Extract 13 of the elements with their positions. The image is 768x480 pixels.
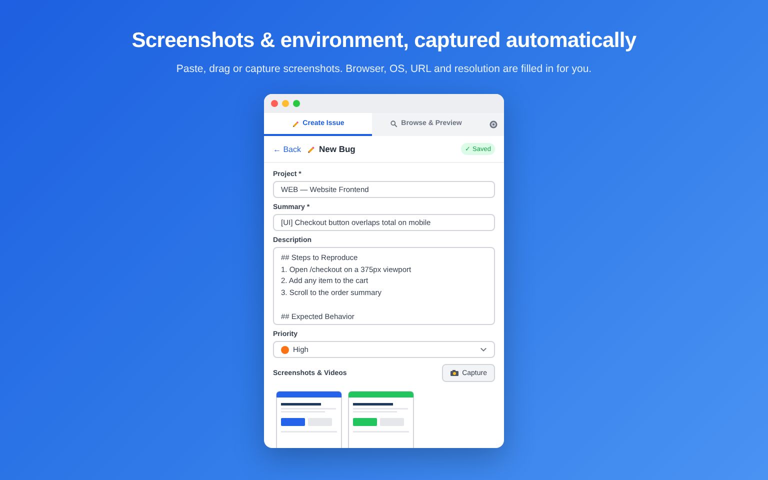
hero-subtitle: Paste, drag or capture screenshots. Browser, OS, URL and resolution are filled in for you. [176, 63, 592, 75]
pencil-icon [307, 144, 316, 154]
close-button[interactable] [271, 100, 278, 107]
hero-title: Screenshots & environment, captured automatically [132, 29, 636, 53]
camera-icon [450, 369, 460, 377]
chevron-down-icon [480, 346, 487, 353]
screenshot-thumbnail[interactable] [276, 391, 342, 448]
settings-icon[interactable] [489, 120, 498, 129]
page-title: New Bug [319, 144, 356, 154]
back-link[interactable]: ← Back [273, 144, 302, 154]
screenshot-thumbnail[interactable] [348, 391, 414, 448]
pencil-icon [292, 120, 300, 128]
search-icon [390, 120, 398, 128]
